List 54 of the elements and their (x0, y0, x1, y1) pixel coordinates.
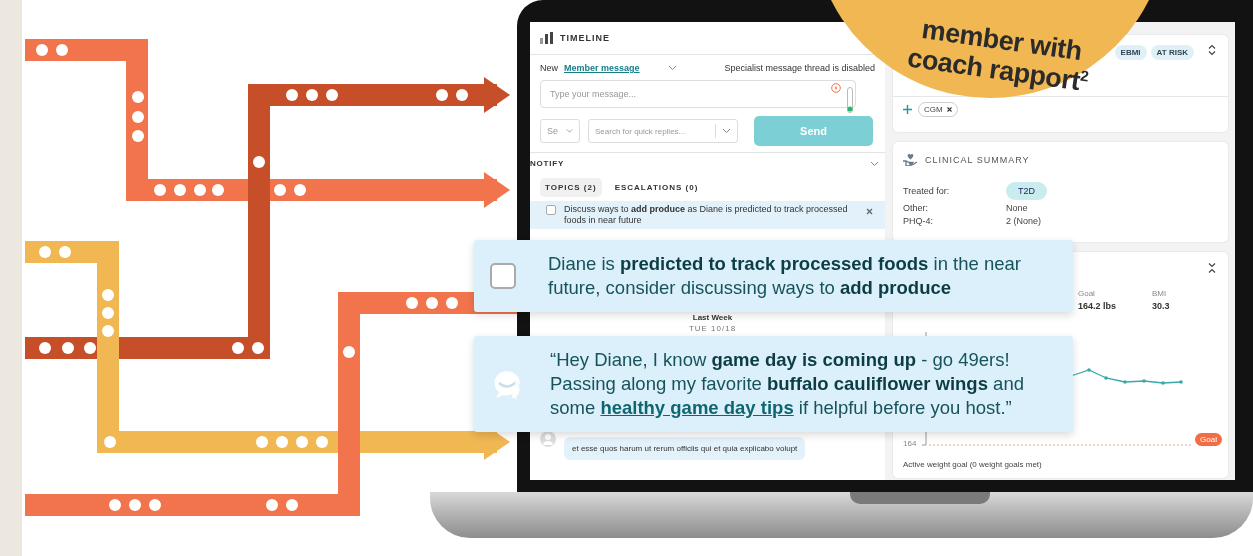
panel-title: TIMELINE (560, 33, 610, 43)
field-label: Treated for: (903, 186, 951, 196)
week-label: Last Week (692, 312, 733, 322)
dot-row (343, 346, 355, 358)
level-indicator-icon (847, 87, 853, 113)
status-tag: EBMI (1114, 45, 1147, 60)
close-icon[interactable] (946, 107, 952, 112)
message-input[interactable]: Type your message... (540, 80, 856, 108)
hand-heart-icon (903, 153, 918, 166)
dot-row (253, 156, 265, 168)
field-value: None (1006, 203, 1028, 213)
dot-row (102, 289, 114, 337)
axis-label: 164 (903, 439, 917, 448)
dot-row (36, 44, 68, 56)
chevron-down-icon[interactable] (667, 65, 677, 71)
checkbox[interactable] (546, 205, 556, 215)
chevron-down-icon[interactable] (566, 128, 573, 134)
stat-value: 164.2 lbs (1078, 301, 1117, 311)
select-field[interactable]: Se (540, 119, 580, 143)
goal-tag: Goal (1195, 433, 1222, 446)
tab[interactable]: TOPICS (2) (540, 178, 602, 197)
card-title: CLINICAL SUMMARY (925, 154, 1030, 165)
collapse-icon[interactable] (1208, 262, 1216, 274)
chevron-down-icon[interactable] (722, 128, 731, 134)
condition-tag: T2D (1006, 182, 1047, 200)
checkbox[interactable] (490, 263, 516, 289)
status-tag: AT RISK (1150, 45, 1194, 60)
message-type-link[interactable]: Member message (564, 63, 640, 73)
topic-text: Discuss ways to add produce as Diane is predicted to track processed foods in near future (564, 204, 849, 226)
dot-row (406, 297, 458, 309)
callout-text: “Hey Diane, I know game day is coming up - go 49ers! Passing along my favorite buffalo cauliflower wings and some healthy game day tips if helpful before you host.” (550, 348, 1025, 420)
bolt-icon (831, 83, 841, 93)
sort-arrows-icon[interactable] (1208, 44, 1216, 56)
chevron-down-icon[interactable] (870, 160, 879, 167)
callout-text: Diane is predicted to track processed foods in the near future, consider discussing ways to add produce (548, 252, 1022, 300)
section-title: NOTIFY (530, 159, 566, 168)
chart-caption: Active weight goal (0 weight goals met) (903, 460, 1042, 469)
date-label: TUE 10/18 (688, 323, 737, 333)
new-label: New (540, 63, 558, 73)
bar-chart-icon (540, 32, 554, 44)
field-label: PHQ-4: (903, 216, 934, 226)
quick-reply-field[interactable]: Search for quick replies... (588, 119, 738, 143)
dot-row (39, 246, 71, 258)
tab[interactable]: ESCALATIONS (0) (609, 178, 704, 197)
stat-label: Goal (1078, 289, 1096, 298)
stat-label: BMI (1152, 289, 1168, 298)
thread-notice: Specialist message thread is disabled (724, 63, 875, 73)
dot-row (132, 91, 144, 142)
field-label: Other: (903, 203, 929, 213)
message-bubble: et esse quos harum ut rerum officiis qui et quia explicabo volupt (564, 436, 806, 460)
plus-icon[interactable] (903, 105, 912, 114)
tips-link[interactable]: healthy game day tips (600, 397, 794, 418)
field-value: 2 (None) (1006, 216, 1041, 226)
stat-value: 30.3 (1152, 301, 1170, 311)
